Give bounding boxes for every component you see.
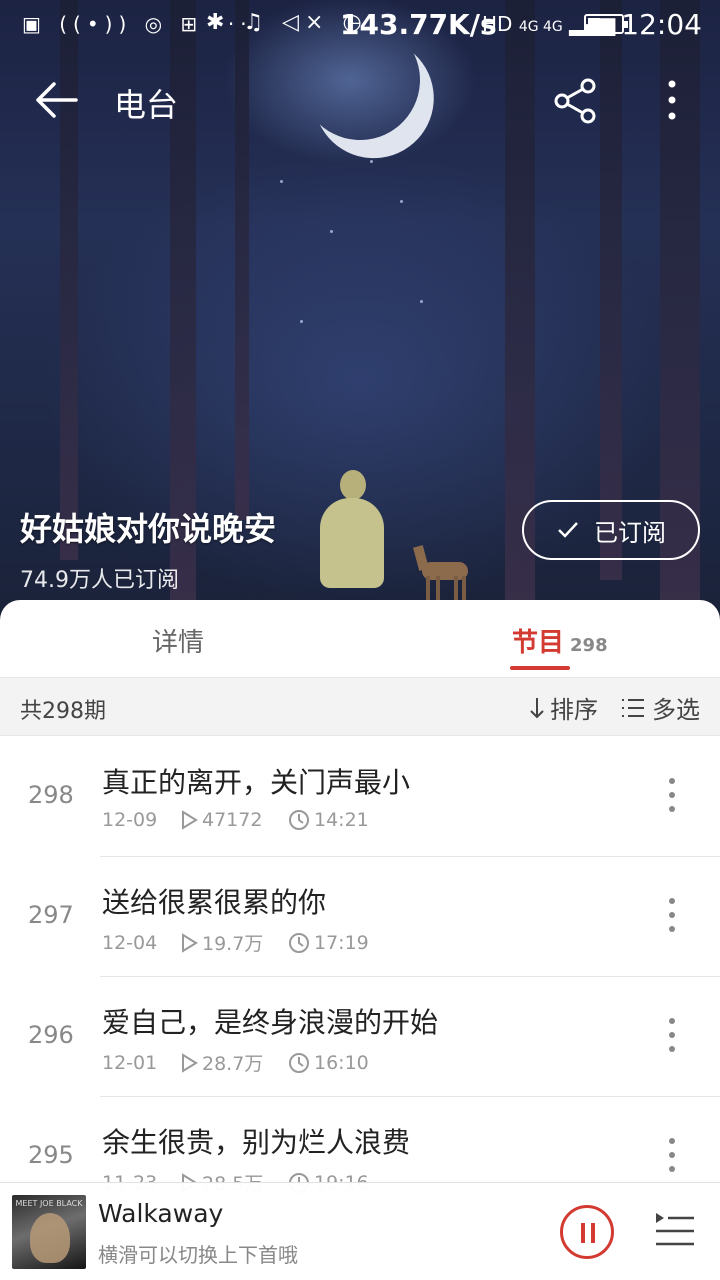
deer-illustration xyxy=(410,540,480,600)
episode-more-icon[interactable] xyxy=(664,1013,680,1057)
episode-number: 297 xyxy=(28,901,74,929)
page-title: 电台 xyxy=(114,86,179,124)
episode-row[interactable]: 296 爱自己，是终身浪漫的开始 12-01 28.7万 16:10 xyxy=(0,977,720,1097)
clock-icon xyxy=(289,1052,309,1073)
sort-arrow-icon xyxy=(530,697,544,718)
subscribed-button[interactable]: 已订阅 xyxy=(522,500,700,560)
episode-number: 298 xyxy=(28,781,74,809)
album-cover[interactable]: MEET JOE BLACK xyxy=(12,1195,86,1269)
episode-title: 爱自己，是终身浪漫的开始 xyxy=(102,1006,439,1039)
episode-title: 余生很贵，别为烂人浪费 xyxy=(102,1126,411,1159)
clock: 12:04 xyxy=(621,8,702,41)
play-count-icon xyxy=(182,810,198,830)
episode-date: 12-01 xyxy=(102,1051,158,1074)
episode-title: 真正的离开，关门声最小 xyxy=(102,766,411,799)
battery-icon xyxy=(584,14,628,34)
play-count: 28.7万 xyxy=(202,1053,264,1075)
episode-number: 295 xyxy=(28,1141,74,1169)
tab-programs[interactable]: 节目 298 xyxy=(512,622,608,659)
episode-date: 12-04 xyxy=(102,931,158,954)
subscriber-count: 74.9万人已订阅 xyxy=(20,568,179,593)
status-bar: ▣ ((•)) ◎ ⊞ ··· ✱ ♫ ◁× ◷ 143.77K/s HD 4G… xyxy=(0,0,720,50)
sort-button[interactable]: 排序 xyxy=(528,690,598,725)
pause-icon xyxy=(581,1223,585,1243)
clock-icon xyxy=(289,932,309,953)
cover-text: MEET JOE BLACK xyxy=(15,1199,83,1208)
episode-meta: 12-09 47172 14:21 xyxy=(102,809,369,831)
episode-date: 12-09 xyxy=(102,809,158,831)
girl-illustration xyxy=(320,470,384,600)
pause-button[interactable] xyxy=(560,1205,614,1259)
back-arrow-icon[interactable] xyxy=(32,78,80,122)
episode-number: 296 xyxy=(28,1021,74,1049)
song-title: Walkaway xyxy=(98,1199,224,1228)
radio-name: 好姑娘对你说晚安 xyxy=(20,510,277,548)
episode-duration: 17:19 xyxy=(314,931,369,954)
episode-meta: 12-01 28.7万 16:10 xyxy=(102,1049,369,1076)
episode-more-icon[interactable] xyxy=(664,893,680,937)
play-count-icon xyxy=(182,1052,198,1073)
tab-details[interactable]: 详情 xyxy=(152,622,204,659)
episode-duration: 14:21 xyxy=(314,809,369,831)
multi-select-button[interactable]: 多选 xyxy=(620,690,700,725)
program-count: 298 xyxy=(570,635,608,656)
app-bar: 电台 xyxy=(0,60,720,140)
episode-more-icon[interactable] xyxy=(664,773,680,817)
active-tab-indicator xyxy=(510,666,570,670)
radio-info: 好姑娘对你说晚安 74.9万人已订阅 xyxy=(20,504,276,594)
mini-player[interactable]: MEET JOE BLACK Walkaway 横滑可以切换上下首哦 xyxy=(0,1182,720,1280)
clock-icon xyxy=(289,810,309,830)
filter-bar: 共298期 排序 多选 xyxy=(0,678,720,736)
subscribed-label: 已订阅 xyxy=(594,518,666,547)
network-speed: 143.77K/s xyxy=(340,8,497,41)
episode-row[interactable]: 297 送给很累很累的你 12-04 19.7万 17:19 xyxy=(0,857,720,977)
play-count: 47172 xyxy=(202,809,263,831)
episode-title: 送给很累很累的你 xyxy=(102,886,327,919)
episode-row[interactable]: 298 真正的离开，关门声最小 12-09 47172 14:21 xyxy=(0,737,720,857)
check-icon xyxy=(558,522,578,538)
episode-duration: 16:10 xyxy=(314,1051,369,1074)
episode-meta: 12-04 19.7万 17:19 xyxy=(102,929,369,956)
share-icon[interactable] xyxy=(552,78,600,124)
more-vertical-icon[interactable] xyxy=(662,78,682,124)
episode-total: 共298期 xyxy=(20,699,106,724)
play-count-icon xyxy=(182,932,198,953)
episode-more-icon[interactable] xyxy=(664,1133,680,1177)
content-panel: 详情 节目 298 共298期 排序 多选 298 真正的离开，关门声最小 12-… xyxy=(0,600,720,1280)
episode-list: 298 真正的离开，关门声最小 12-09 47172 14:21 297 送给… xyxy=(0,737,720,1217)
playlist-icon[interactable] xyxy=(654,1211,696,1251)
swipe-hint: 横滑可以切换上下首哦 xyxy=(98,1243,298,1267)
list-icon xyxy=(622,698,644,717)
tab-bar: 详情 节目 298 xyxy=(0,600,720,678)
play-count: 19.7万 xyxy=(202,933,264,955)
